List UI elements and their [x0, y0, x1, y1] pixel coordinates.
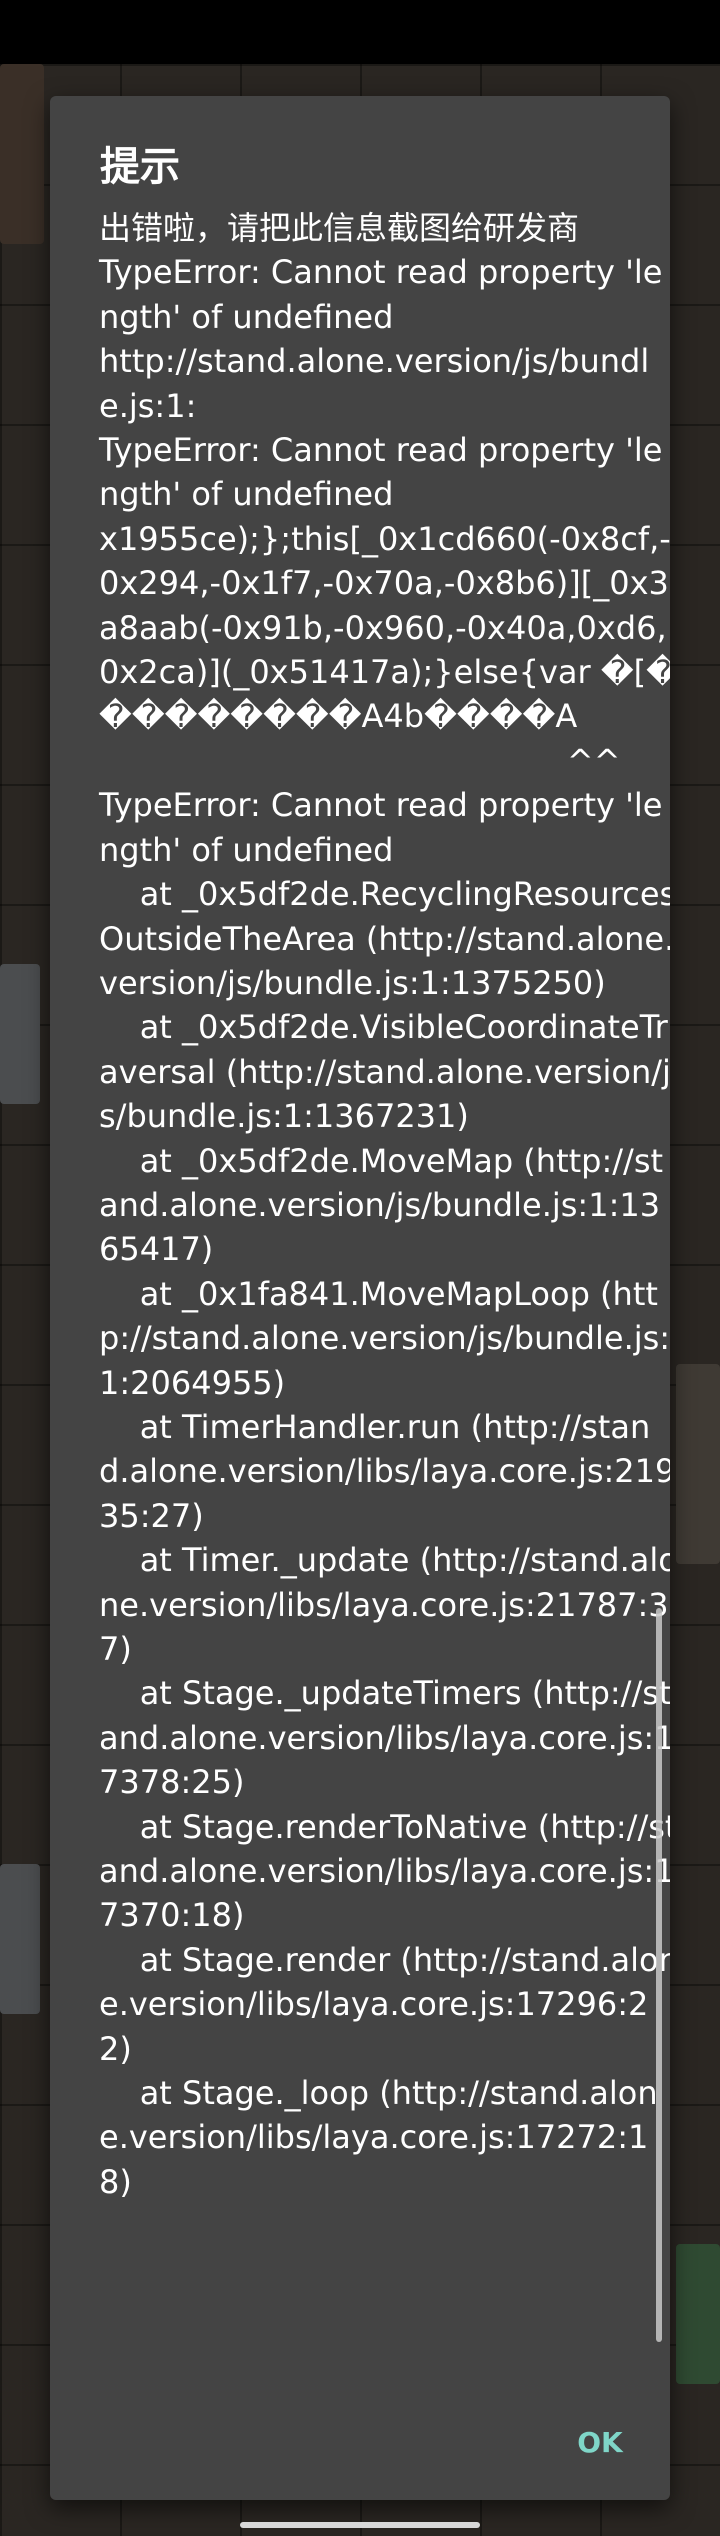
game-tile: [0, 64, 44, 244]
ok-button[interactable]: OK: [550, 2414, 650, 2470]
error-dialog: 提示 出错啦，请把此信息截图给研发商 TypeError: Cannot rea…: [50, 96, 670, 2500]
game-tile: [0, 964, 40, 1104]
scrollbar[interactable]: [656, 1608, 662, 2342]
home-indicator[interactable]: [240, 2522, 480, 2528]
status-bar: [0, 0, 720, 64]
error-message: 出错啦，请把此信息截图给研发商 TypeError: Cannot read p…: [99, 209, 670, 2201]
game-tile: [676, 2244, 720, 2384]
dialog-title: 提示: [100, 144, 180, 190]
game-tile: [676, 1364, 720, 1564]
game-tile: [0, 1864, 40, 2014]
